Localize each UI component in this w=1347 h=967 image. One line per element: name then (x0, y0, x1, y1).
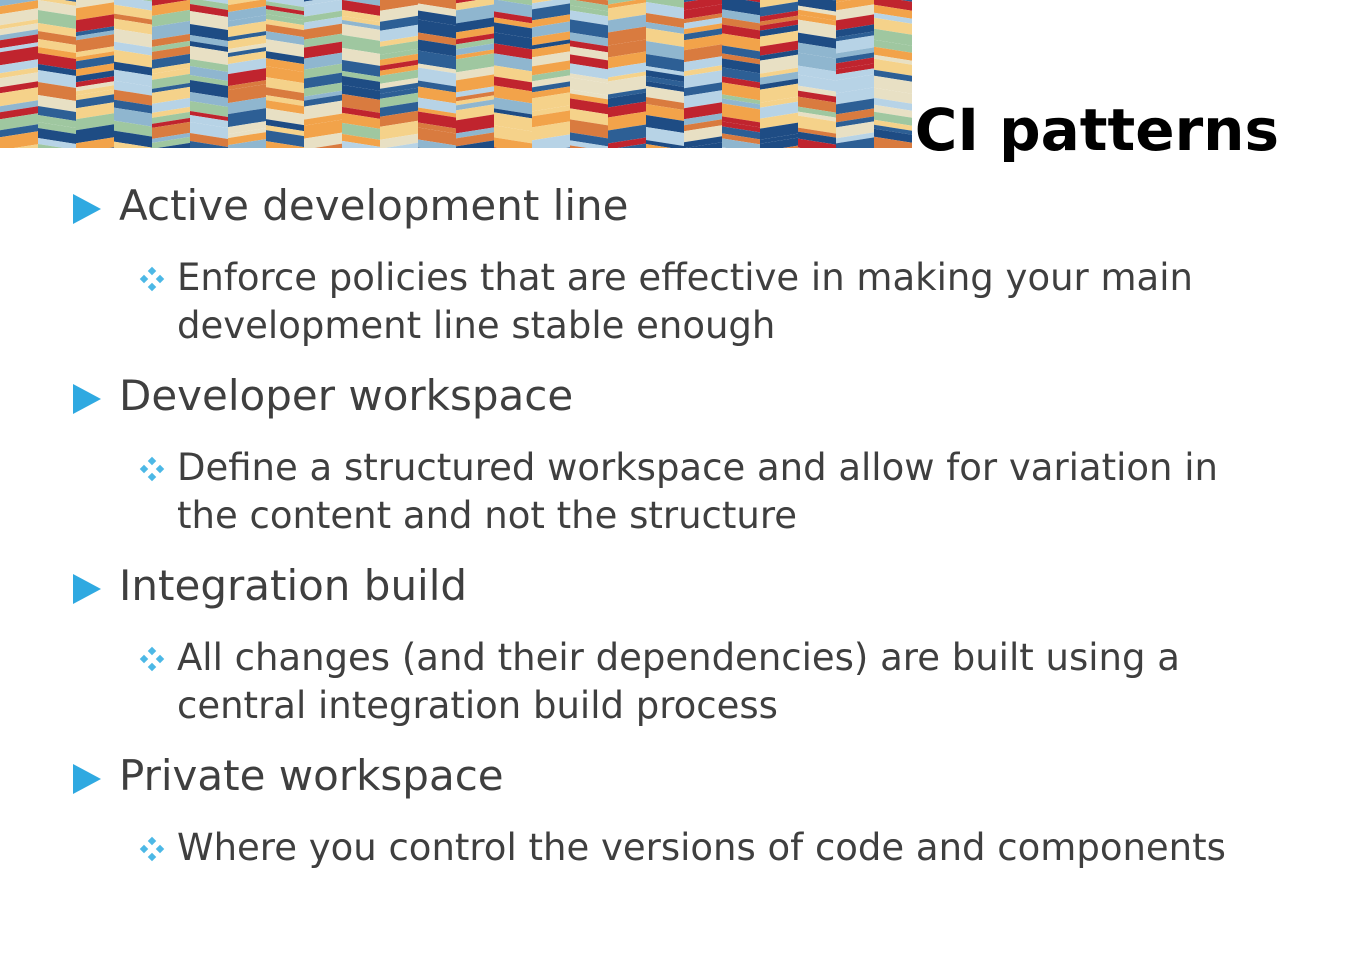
sub-bullet-item: Define a structured workspace and allow … (0, 444, 1347, 540)
bullet-heading: Private workspace (119, 751, 504, 800)
bullet-heading: Integration build (119, 561, 468, 610)
triangle-bullet-icon (73, 574, 101, 604)
triangle-bullet-icon (73, 384, 101, 414)
bullet-heading: Active development line (119, 181, 629, 230)
bullet-item-private-workspace: Private workspace (0, 748, 1347, 804)
bullet-list: Active development line Enforce policies… (0, 178, 1347, 890)
bullet-item-developer-workspace: Developer workspace (0, 368, 1347, 424)
sub-bullet-text: All changes (and their dependencies) are… (177, 636, 1180, 727)
bullet-item-integration-build: Integration build (0, 558, 1347, 614)
decorative-banner (0, 0, 912, 148)
sub-bullet-item: Enforce policies that are effective in m… (0, 254, 1347, 350)
diamond-bullet-icon (139, 266, 165, 292)
bullet-item-active-development-line: Active development line (0, 178, 1347, 234)
sub-bullet-item: Where you control the versions of code a… (0, 824, 1347, 872)
sub-bullet-text: Define a structured workspace and allow … (177, 446, 1218, 537)
striped-pattern-image (0, 0, 912, 148)
diamond-bullet-icon (139, 646, 165, 672)
sub-bullet-text: Enforce policies that are effective in m… (177, 256, 1193, 347)
triangle-bullet-icon (73, 764, 101, 794)
diamond-bullet-icon (139, 836, 165, 862)
slide-title: CI patterns (914, 96, 1279, 164)
diamond-bullet-icon (139, 456, 165, 482)
sub-bullet-item: All changes (and their dependencies) are… (0, 634, 1347, 730)
bullet-heading: Developer workspace (119, 371, 574, 420)
sub-bullet-text: Where you control the versions of code a… (177, 826, 1226, 869)
triangle-bullet-icon (73, 194, 101, 224)
